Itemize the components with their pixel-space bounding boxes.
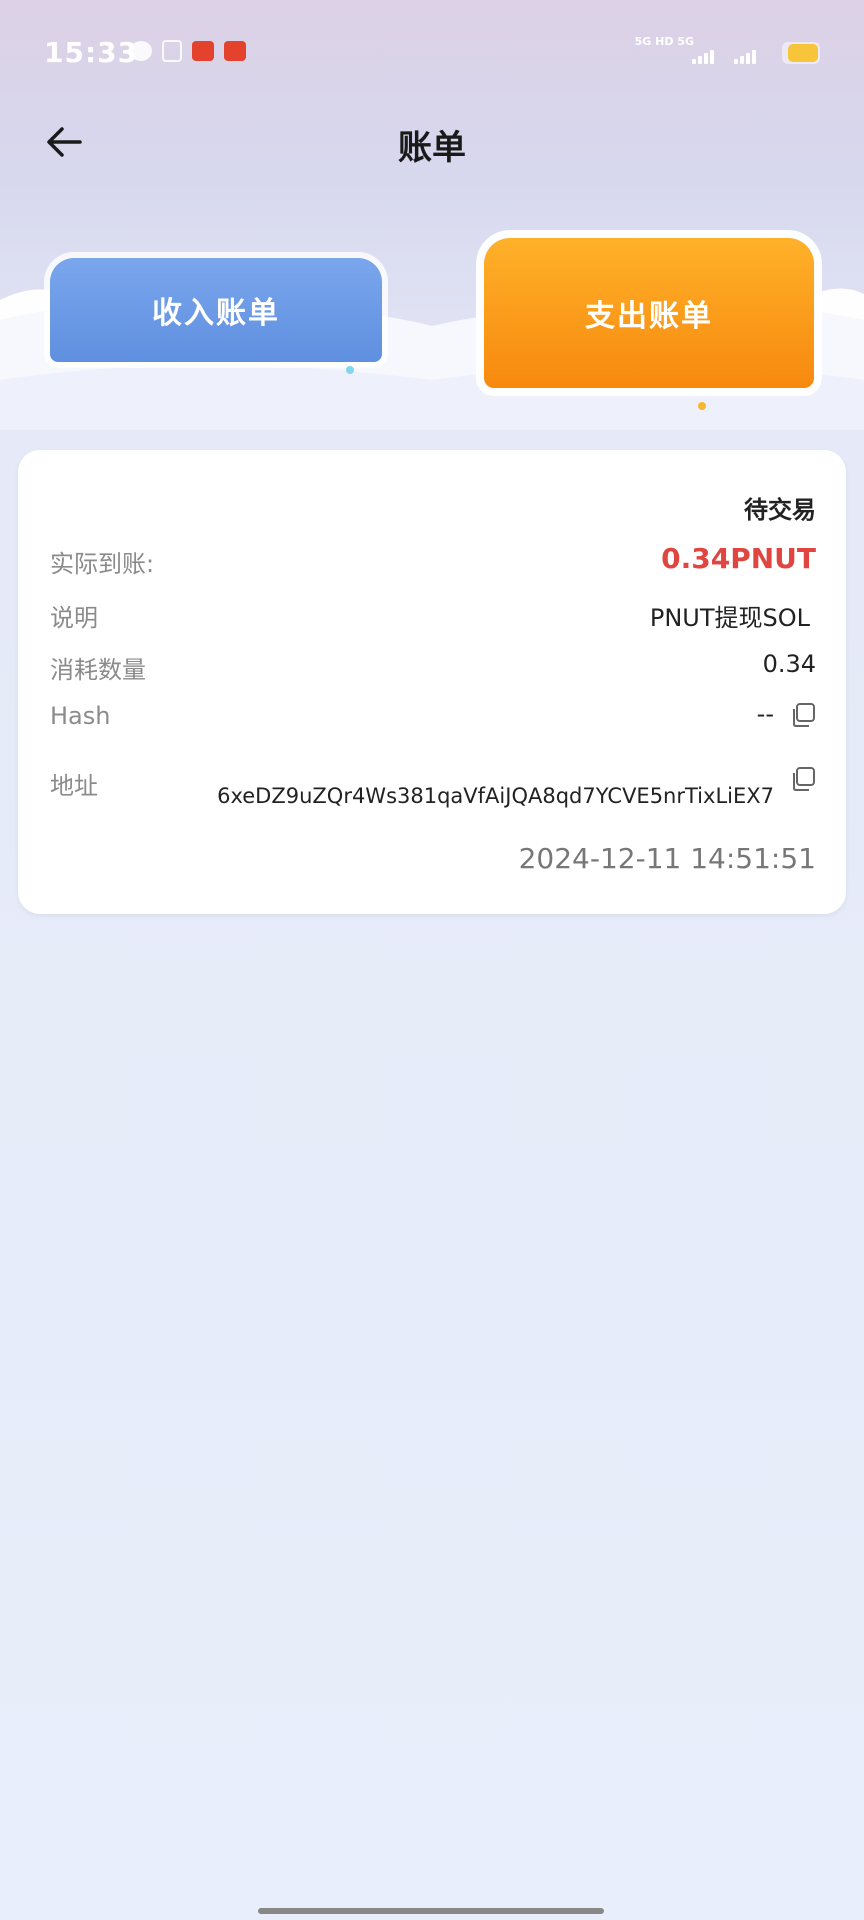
tab-expense-label: 支出账单 (585, 299, 713, 334)
notification-icons (130, 40, 246, 62)
received-label: 实际到账: (50, 550, 155, 578)
record-timestamp: 2024-12-11 14:51:51 (518, 842, 816, 875)
description-value: PNUT提现SOL (649, 604, 810, 632)
status-time: 15:33 (44, 36, 139, 69)
doc-icon (162, 40, 182, 62)
address-value: 6xeDZ9uZQr4Ws381qaVfAiJQA8qd7YCVE5nrTixL… (217, 784, 774, 808)
home-indicator[interactable] (258, 1908, 604, 1914)
copy-icon[interactable] (790, 766, 816, 792)
app-icon (224, 41, 246, 61)
address-label: 地址 (50, 772, 98, 800)
tab-income-bill[interactable]: 收入账单 (50, 258, 382, 362)
received-amount: 0.34PNUT (661, 542, 816, 575)
tab-expense-bill[interactable]: 支出账单 (484, 238, 814, 388)
status-bar: 15:33 5G HD 5G (0, 0, 864, 100)
page-title: 账单 (398, 128, 466, 168)
status-badge: 待交易 (744, 496, 816, 524)
battery-level (788, 44, 818, 62)
hash-value: -- (756, 700, 774, 728)
tab-income-label: 收入账单 (152, 296, 280, 331)
decor-dot (346, 366, 354, 374)
consumption-value: 0.34 (762, 650, 816, 678)
consumption-label: 消耗数量 (50, 656, 146, 684)
signal-icon (734, 50, 756, 64)
wechat-icon (130, 41, 152, 61)
decor-dot (698, 402, 706, 410)
hash-label: Hash (50, 702, 111, 730)
description-label: 说明 (50, 604, 98, 632)
network-labels: 5G HD 5G (634, 35, 694, 48)
app-icon (192, 41, 214, 61)
app-header: 账单 (0, 100, 864, 190)
bill-record-card: 待交易 实际到账: 0.34PNUT 说明 PNUT提现SOL 消耗数量 0.3… (18, 450, 846, 914)
signal-icon (692, 50, 714, 64)
copy-icon[interactable] (790, 702, 816, 728)
